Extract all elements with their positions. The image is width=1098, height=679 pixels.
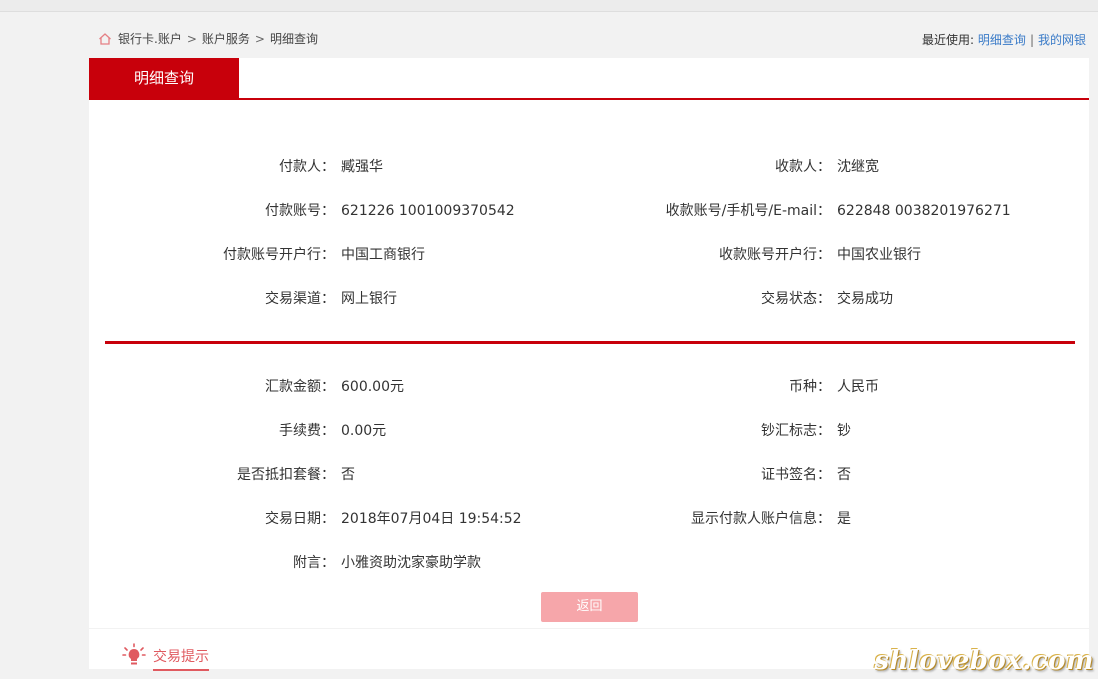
amount-value: 600.00元 [341, 379, 404, 395]
payee-label: 收款人： [775, 159, 831, 175]
package-row: 是否抵扣套餐： 否 证书签名： 否 [89, 465, 1089, 485]
cash-flag-label: 钞汇标志： [761, 423, 831, 439]
payer-account-label: 付款账号： [265, 203, 335, 219]
memo-row: 附言： 小雅资助沈家豪助学款 [89, 553, 1089, 573]
package-deduct-label: 是否抵扣套餐： [237, 467, 335, 483]
top-bar [0, 0, 1098, 12]
recent-separator: | [1029, 33, 1034, 47]
home-icon[interactable] [98, 32, 112, 46]
bank-row: 付款账号开户行： 中国工商银行 收款账号开户行： 中国农业银行 [89, 245, 1089, 265]
currency-label: 币种： [789, 379, 831, 395]
breadcrumb-item-card-account[interactable]: 银行卡.账户 [118, 30, 182, 47]
payee-value: 沈继宽 [837, 159, 879, 175]
payee-bank-label: 收款账号开户行： [719, 247, 831, 263]
lightbulb-icon [122, 643, 146, 665]
channel-row: 交易渠道： 网上银行 交易状态： 交易成功 [89, 289, 1089, 309]
payer-bank-label: 付款账号开户行： [223, 247, 335, 263]
memo-label: 附言： [293, 555, 335, 571]
account-row: 付款账号： 621226 1001009370542 收款账号/手机号/E-ma… [89, 201, 1089, 221]
payee-bank-value: 中国农业银行 [837, 247, 921, 263]
package-deduct-value: 否 [341, 467, 355, 483]
recent-link-detail-query[interactable]: 明细查询 [978, 33, 1026, 47]
detail-panel: 明细查询 付款人： 臧强华 收款人： 沈继宽 付款账号： 621226 1001… [89, 58, 1089, 628]
show-payer-value: 是 [837, 511, 851, 527]
breadcrumb-item-account-service[interactable]: 账户服务 [202, 30, 250, 47]
recent-link-my-ebank[interactable]: 我的网银 [1038, 33, 1086, 47]
memo-value: 小雅资助沈家豪助学款 [341, 555, 481, 571]
amount-label: 汇款金额： [265, 379, 335, 395]
cert-sign-label: 证书签名： [761, 467, 831, 483]
watermark-text: shlovebox.com [874, 646, 1094, 676]
currency-value: 人民币 [837, 379, 879, 395]
payer-row: 付款人： 臧强华 收款人： 沈继宽 [89, 157, 1089, 177]
payer-label: 付款人： [279, 159, 335, 175]
payee-account-value: 622848 0038201976271 [837, 203, 1011, 219]
channel-value: 网上银行 [341, 291, 397, 307]
tips-title[interactable]: 交易提示 [153, 646, 209, 671]
payer-bank-value: 中国工商银行 [341, 247, 425, 263]
payer-account-value: 621226 1001009370542 [341, 203, 515, 219]
status-value: 交易成功 [837, 291, 893, 307]
breadcrumb-item-detail-query: 明细查询 [269, 32, 318, 46]
breadcrumb-separator: > [186, 31, 197, 46]
fee-row: 手续费： 0.00元 钞汇标志： 钞 [89, 421, 1089, 441]
recently-used-label: 最近使用: [922, 33, 975, 47]
cash-flag-value: 钞 [837, 423, 851, 439]
fee-label: 手续费： [279, 423, 335, 439]
amount-row: 汇款金额： 600.00元 币种： 人民币 [89, 377, 1089, 397]
date-row: 交易日期： 2018年07月04日 19:54:52 显示付款人账户信息： 是 [89, 509, 1089, 529]
date-value: 2018年07月04日 19:54:52 [341, 511, 522, 527]
tab-underline [89, 98, 1089, 100]
fee-value: 0.00元 [341, 423, 387, 439]
back-button[interactable]: 返回 [541, 592, 638, 622]
tab-detail-query[interactable]: 明细查询 [89, 58, 239, 99]
status-label: 交易状态： [761, 291, 831, 307]
breadcrumb-separator: > [254, 31, 265, 46]
cert-sign-value: 否 [837, 467, 851, 483]
section-divider [105, 341, 1075, 344]
payer-value: 臧强华 [341, 159, 383, 175]
channel-label: 交易渠道： [265, 291, 335, 307]
show-payer-label: 显示付款人账户信息： [691, 511, 831, 527]
payee-account-label: 收款账号/手机号/E-mail： [665, 203, 831, 219]
breadcrumb: 银行卡.账户 > 账户服务 > 明细查询 [98, 30, 318, 47]
date-label: 交易日期： [265, 511, 335, 527]
recently-used: 最近使用: 明细查询 | 我的网银 [922, 31, 1086, 48]
